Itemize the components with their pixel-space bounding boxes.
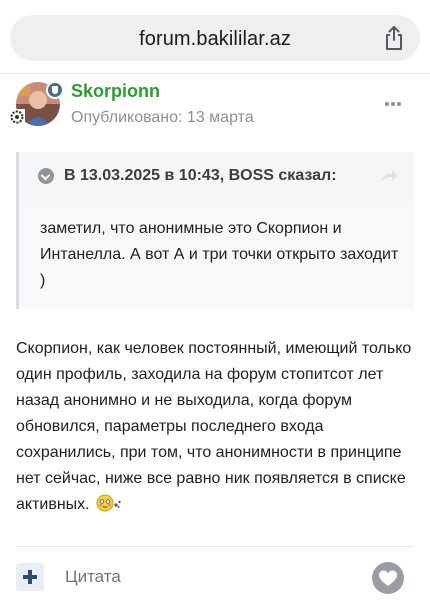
post-divider: [16, 546, 414, 547]
gear-icon: [9, 109, 25, 125]
shield-badge-icon: [46, 81, 64, 99]
quote-header[interactable]: В 13.03.2025 в 10:43, BOSS сказал:: [19, 152, 414, 202]
chevron-down-icon[interactable]: [38, 168, 54, 184]
post-content: Скорпион, как человек постоянный, имеющи…: [16, 336, 416, 518]
heart-icon[interactable]: [372, 562, 404, 594]
address-bar[interactable]: forum.bakililar.az: [10, 15, 420, 61]
browser-toolbar: forum.bakililar.az: [0, 0, 430, 74]
blushing-smiley-icon: [96, 494, 121, 512]
more-options-icon[interactable]: [385, 102, 401, 108]
post-text: Скорпион, как человек постоянный, имеющи…: [16, 340, 412, 513]
share-icon[interactable]: [382, 25, 406, 51]
post-header: Skorpionn Опубликовано: 13 марта: [0, 76, 430, 136]
quote-button[interactable]: Цитата: [65, 567, 121, 587]
quote-text: заметил, что анонимные это Скорпион и Ин…: [40, 220, 399, 289]
heart-shape: [379, 570, 397, 586]
url-text[interactable]: forum.bakililar.az: [10, 28, 420, 51]
post-author-name[interactable]: Skorpionn: [71, 81, 160, 102]
quote-block: В 13.03.2025 в 10:43, BOSS сказал: замет…: [16, 152, 414, 309]
quote-attribution: В 13.03.2025 в 10:43, BOSS сказал:: [64, 167, 337, 184]
go-to-quote-icon[interactable]: [380, 168, 398, 184]
plus-icon[interactable]: [16, 563, 44, 591]
post-actions: Цитата: [0, 556, 430, 600]
post-date[interactable]: Опубликовано: 13 марта: [71, 109, 254, 127]
quote-content: заметил, что анонимные это Скорпион и Ин…: [19, 202, 414, 309]
